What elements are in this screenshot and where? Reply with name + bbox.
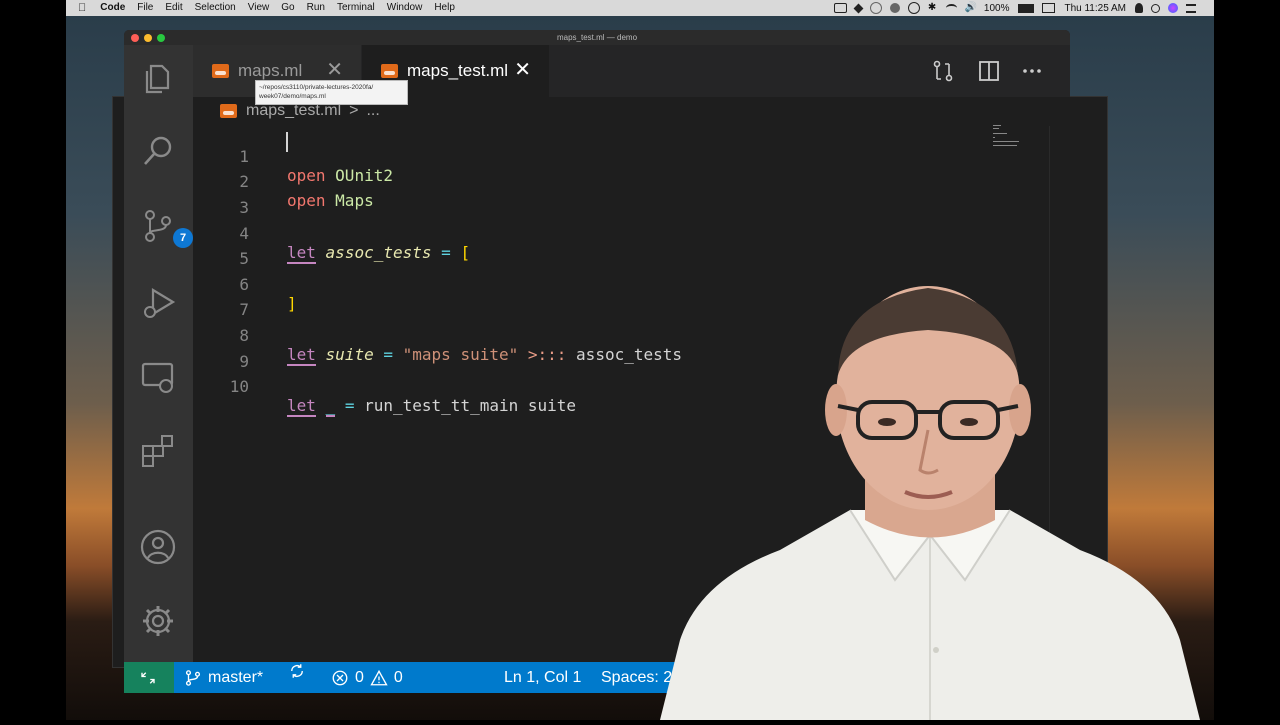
code-line: 3 <box>193 179 251 217</box>
split-editor-icon[interactable] <box>977 59 1001 83</box>
sync-icon <box>291 664 303 678</box>
keyword: let <box>287 345 316 366</box>
run-debug-icon[interactable] <box>138 282 178 322</box>
sync-button[interactable] <box>288 662 312 680</box>
user-icon[interactable] <box>1135 3 1143 13</box>
window-title: maps_test.ml — demo <box>556 33 638 42</box>
open-changes-icon[interactable] <box>931 59 955 83</box>
keyword: let <box>287 396 316 417</box>
menu-terminal[interactable]: Terminal <box>331 0 381 16</box>
menu-file[interactable]: File <box>131 0 159 16</box>
remote-indicator[interactable] <box>124 662 174 693</box>
problems-indicator[interactable]: 0 0 <box>331 662 403 693</box>
identifier: suite <box>325 345 374 364</box>
module-name: Maps <box>335 191 374 210</box>
activity-bar: 7 <box>124 45 193 662</box>
more-actions-icon[interactable] <box>1020 59 1044 83</box>
identifier: assoc_tests <box>325 243 432 262</box>
screen-record-icon[interactable] <box>833 3 847 13</box>
info-circle-icon[interactable] <box>907 2 920 14</box>
macos-menubar:  Code File Edit Selection View Go Run T… <box>66 0 1214 16</box>
operator: = <box>344 396 355 415</box>
code-line: 5 <box>193 230 251 268</box>
wifi-icon[interactable] <box>945 4 957 12</box>
battery-percent: 100% <box>983 2 1010 14</box>
expression: run_test_tt_main suite <box>364 396 577 415</box>
cursor-position[interactable]: Ln 1, Col 1 <box>504 662 581 693</box>
operator: >::: <box>527 345 567 364</box>
branch-name: master* <box>208 669 264 686</box>
apple-icon[interactable]:  <box>66 0 94 16</box>
battery-icon[interactable] <box>1018 3 1035 13</box>
code-line: 9 <box>193 333 251 371</box>
branch-indicator[interactable]: master* <box>184 662 263 693</box>
play-circle-icon[interactable] <box>889 3 900 13</box>
error-icon <box>332 670 348 685</box>
git-branch-icon <box>185 669 201 686</box>
code-line: 4 let assoc_tests = [ <box>193 205 470 264</box>
bracket: [ <box>460 243 471 262</box>
remote-icon <box>141 672 155 684</box>
explorer-icon[interactable] <box>138 58 178 98</box>
file-path-tooltip: ~/repos/cs3110/private-lectures-2020fa/ … <box>255 80 408 105</box>
scm-changes-badge: 7 <box>173 228 193 248</box>
code-line: 1 open OUnit2 <box>193 128 393 185</box>
extensions-icon[interactable] <box>138 431 178 471</box>
menu-app-code[interactable]: Code <box>94 0 131 16</box>
menu-go[interactable]: Go <box>275 0 300 16</box>
close-tab-icon[interactable]: ✕ <box>326 59 343 81</box>
search-icon[interactable] <box>138 131 178 171</box>
control-center-icon[interactable] <box>1186 3 1196 13</box>
ocaml-file-icon <box>212 64 229 78</box>
code-line: 7 <box>193 281 251 319</box>
menu-selection[interactable]: Selection <box>189 0 242 16</box>
error-count: 0 <box>355 669 364 686</box>
keyword: open <box>287 191 326 210</box>
warning-icon <box>370 669 388 685</box>
spotlight-search-icon[interactable] <box>1151 3 1160 13</box>
tooltip-line: ~/repos/cs3110/private-lectures-2020fa/ <box>259 84 374 91</box>
code-line: 2 open Maps <box>193 153 373 210</box>
code-line: 6 ] <box>193 256 296 313</box>
ocaml-file-icon <box>220 104 237 118</box>
operator: = <box>441 243 451 262</box>
code-line: 8 let suite = "maps suite" >::: assoc_te… <box>193 307 682 366</box>
settings-gear-icon[interactable] <box>138 601 178 641</box>
minimap[interactable] <box>993 125 1048 155</box>
menu-run[interactable]: Run <box>301 0 331 16</box>
ocaml-file-icon <box>381 64 398 78</box>
menubar-clock[interactable]: Thu 11:25 AM <box>1059 3 1131 14</box>
account-icon[interactable] <box>138 527 178 567</box>
warning-count: 0 <box>393 669 403 686</box>
close-tab-icon[interactable]: ✕ <box>514 59 531 81</box>
menu-edit[interactable]: Edit <box>159 0 188 16</box>
string-literal: "maps suite" <box>402 345 519 364</box>
module-name: OUnit2 <box>335 166 393 185</box>
status-circle-icon[interactable] <box>869 2 882 14</box>
line-number: 10 <box>229 377 249 396</box>
bluetooth-icon[interactable]: ✱ <box>928 3 938 13</box>
tooltip-line: week07/demo/maps.ml <box>259 93 326 100</box>
keyword: let <box>287 243 316 264</box>
text-cursor <box>286 132 288 152</box>
tab-label: maps.ml <box>238 61 303 80</box>
operator: = <box>383 345 393 364</box>
bracket: ] <box>287 294 297 313</box>
volume-icon[interactable]: 🔊 <box>965 3 977 13</box>
title-bar: maps_test.ml — demo <box>124 30 1070 45</box>
keyword: open <box>287 166 326 185</box>
source-control-icon[interactable]: 7 <box>138 206 193 248</box>
airplay-icon[interactable] <box>1042 3 1056 13</box>
dropbox-icon[interactable] <box>853 3 864 13</box>
menu-help[interactable]: Help <box>428 0 461 16</box>
remote-explorer-icon[interactable] <box>138 357 178 397</box>
menu-window[interactable]: Window <box>381 0 429 16</box>
tab-label: maps_test.ml <box>407 61 509 80</box>
code-line: 10 let _ = run_test_tt_main suite <box>193 358 576 417</box>
menu-view[interactable]: View <box>242 0 276 16</box>
presenter-webcam-overlay <box>660 280 1200 720</box>
wildcard: _ <box>325 396 336 417</box>
siri-icon[interactable] <box>1168 3 1178 13</box>
